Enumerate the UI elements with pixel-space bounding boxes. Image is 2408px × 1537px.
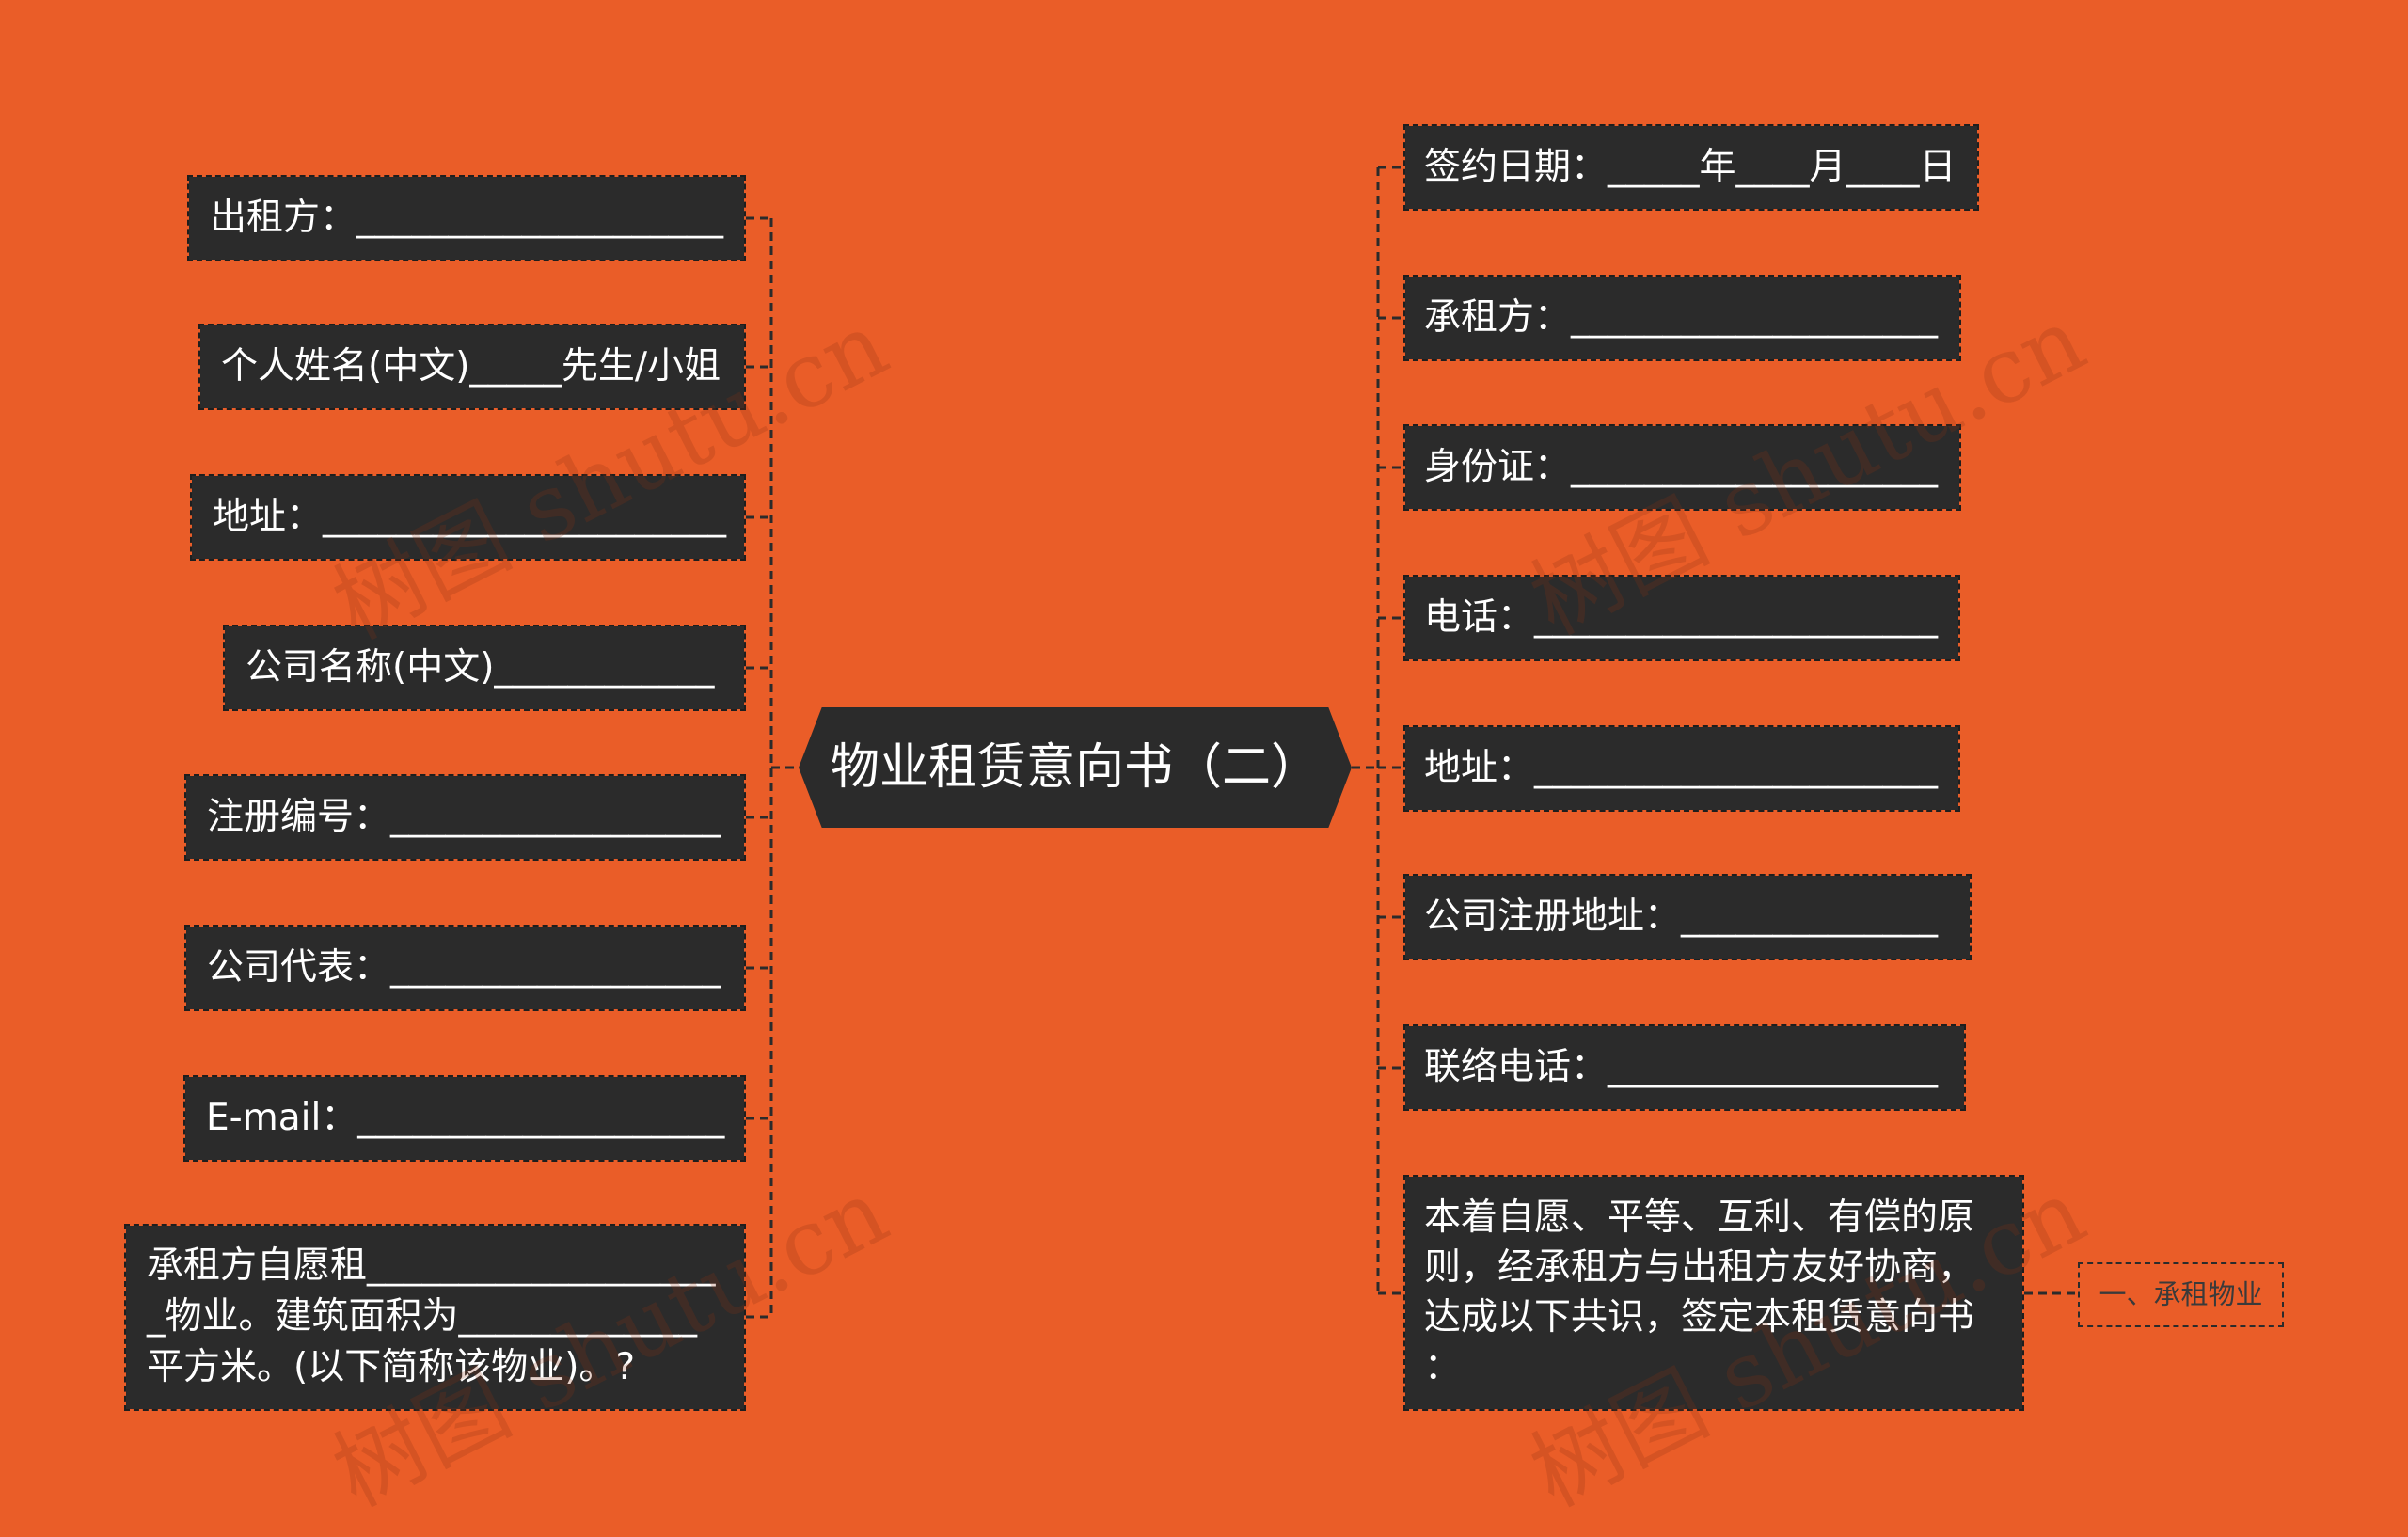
left-topic-lease-note: 承租方自愿租___________________ _物业。建筑面积为_____… — [124, 1224, 746, 1411]
right-topic-address: 地址：______________________ — [1403, 725, 1960, 812]
topic-text: 电话：______________________ — [1424, 596, 1939, 639]
topic-text: 个人姓名(中文)_____先生/小姐 — [221, 345, 721, 388]
left-topic-company-representative: 公司代表：__________________ — [184, 925, 746, 1011]
left-topic-address: 地址：______________________ — [190, 474, 746, 561]
root-topic-text: 物业租赁意向书（二） — [830, 739, 1320, 796]
topic-text: 公司名称(中文)____________ — [246, 646, 715, 689]
topic-text-line: 承租方自愿租___________________ — [147, 1244, 716, 1287]
mindmap-canvas: 物业租赁意向书（二） 出租方：____________________ 个人姓名… — [0, 0, 2408, 1537]
topic-text-line: 本着自愿、平等、互利、有偿的原 — [1424, 1196, 1975, 1239]
topic-text-line: _物业。建筑面积为_____________ — [147, 1295, 698, 1338]
topic-text-line: ： — [1424, 1346, 1462, 1388]
right-topic-tenant: 承租方：____________________ — [1403, 275, 1961, 361]
subtopic-text: 一、承租物业 — [2099, 1278, 2263, 1310]
left-topic-registration-number: 注册编号：__________________ — [184, 774, 746, 861]
root-topic: 物业租赁意向书（二） — [799, 707, 1352, 828]
topic-text: 注册编号：__________________ — [207, 796, 721, 838]
right-topic-signing-date: 签约日期：_____年____月____日 — [1403, 124, 1979, 211]
topic-text: 出租方：____________________ — [210, 197, 724, 239]
topic-text: 承租方：____________________ — [1424, 296, 1939, 339]
topic-text: 公司代表：__________________ — [207, 946, 721, 989]
topic-text: 公司注册地址：______________ — [1424, 895, 1939, 938]
topic-text: 联络电话：__________________ — [1424, 1046, 1939, 1088]
right-topic-agreement-note: 本着自愿、平等、互利、有偿的原 则，经承租方与出租方友好协商， 达成以下共识，签… — [1403, 1175, 2024, 1411]
right-topic-id-card: 身份证：____________________ — [1403, 424, 1961, 511]
subtopic-leased-property: 一、承租物业 — [2078, 1262, 2284, 1327]
right-topic-company-registered-address: 公司注册地址：______________ — [1403, 874, 1972, 960]
topic-text: 地址：______________________ — [213, 496, 727, 538]
left-topic-company-name: 公司名称(中文)____________ — [223, 625, 746, 711]
topic-text: 签约日期：_____年____月____日 — [1424, 146, 1956, 188]
topic-text-line: 则，经承租方与出租方友好协商， — [1424, 1246, 1975, 1289]
right-topic-contact-phone: 联络电话：__________________ — [1403, 1024, 1966, 1111]
topic-text-line: 达成以下共识，签定本租赁意向书 — [1424, 1296, 1975, 1339]
topic-text: E-mail：____________________ — [206, 1097, 725, 1139]
topic-text-line: 平方米。(以下简称该物业)。? — [147, 1346, 636, 1388]
left-topic-landlord: 出租方：____________________ — [187, 175, 746, 261]
left-topic-email: E-mail：____________________ — [183, 1075, 746, 1162]
topic-text: 身份证：____________________ — [1424, 446, 1939, 488]
topic-text: 地址：______________________ — [1424, 747, 1939, 789]
left-topic-personal-name: 个人姓名(中文)_____先生/小姐 — [198, 324, 746, 410]
right-topic-phone: 电话：______________________ — [1403, 575, 1960, 661]
